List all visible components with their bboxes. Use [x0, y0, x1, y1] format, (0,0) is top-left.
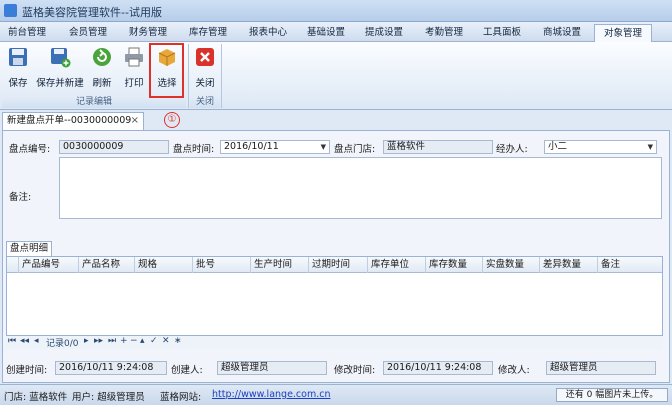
title-bar: 蓝格美容院管理软件--试用版	[0, 0, 672, 22]
detail-grid[interactable]: 产品编号 产品名称 规格 批号 生产时间 过期时间 库存单位 库存数量 实盘数量…	[6, 256, 663, 336]
annotation-marker: ①	[164, 112, 180, 128]
cancel-record-icon[interactable]: ✕	[162, 336, 170, 346]
prev-record-icon[interactable]: ◂	[34, 336, 39, 346]
code-field: 0030000009	[59, 140, 169, 154]
tab-inventory-detail[interactable]: 盘点明细	[6, 241, 52, 256]
status-site-link[interactable]: http://www.lange.com.cn	[212, 389, 331, 400]
status-bar: 门店: 蓝格软件 用户: 超级管理员 蓝格网站: http://www.lang…	[0, 384, 672, 405]
refresh-icon	[93, 48, 111, 66]
menu-tools[interactable]: 工具面板	[474, 25, 530, 40]
code-label: 盘点编号:	[9, 144, 51, 155]
time-value: 2016/10/11	[224, 141, 279, 152]
handler-select[interactable]: 小二 ▼	[544, 140, 657, 154]
save-and-new-label: 保存并新建	[36, 78, 84, 89]
modifier-label: 修改人:	[498, 365, 530, 376]
group-separator	[188, 44, 189, 108]
record-count: 记录0/0	[46, 339, 79, 349]
store-label: 盘点门店:	[334, 144, 376, 155]
first-record-icon[interactable]: ⏮	[8, 336, 16, 346]
time-field[interactable]: 2016/10/11 ▼	[220, 140, 330, 154]
col-header[interactable]: 产品名称	[79, 257, 135, 273]
status-store: 门店: 蓝格软件	[4, 392, 68, 403]
col-header[interactable]: 规格	[135, 257, 193, 273]
annotation-highlight-box	[149, 43, 184, 98]
edit-record-icon[interactable]: ▴	[140, 336, 145, 346]
memo-field[interactable]	[59, 157, 662, 219]
menu-front-desk[interactable]: 前台管理	[2, 25, 52, 40]
menu-commission[interactable]: 提成设置	[356, 25, 412, 40]
handler-label: 经办人:	[496, 144, 528, 155]
window-title: 蓝格美容院管理软件--试用版	[22, 6, 162, 19]
grid-header: 产品编号 产品名称 规格 批号 生产时间 过期时间 库存单位 库存数量 实盘数量…	[7, 257, 662, 273]
handler-value: 小二	[548, 141, 568, 152]
floppy-plus-icon	[51, 48, 71, 68]
group-label-close: 关闭	[190, 96, 220, 108]
last-record-icon[interactable]: ⏭	[108, 336, 116, 346]
menu-basic-settings[interactable]: 基础设置	[298, 25, 354, 40]
save-label: 保存	[8, 78, 28, 89]
col-header[interactable]: 产品编号	[19, 257, 79, 273]
filter-icon[interactable]: ∗	[174, 336, 182, 346]
dropdown-arrow-icon[interactable]: ▼	[321, 141, 326, 153]
dropdown-arrow-icon[interactable]: ▼	[648, 141, 653, 153]
menu-object-management[interactable]: 对象管理	[594, 24, 652, 43]
menu-members[interactable]: 会员管理	[60, 25, 116, 40]
document-tab[interactable]: 新建盘点开单--0030000009 ×	[2, 112, 144, 130]
delete-record-icon[interactable]: −	[130, 336, 138, 346]
menu-bar: 前台管理 会员管理 财务管理 库存管理 报表中心 基础设置 提成设置 考勤管理 …	[0, 22, 672, 43]
floppy-icon	[9, 48, 27, 66]
status-site-label: 蓝格网站:	[160, 392, 202, 403]
save-button[interactable]: 保存	[4, 46, 32, 94]
col-header[interactable]: 生产时间	[251, 257, 309, 273]
col-header[interactable]: 过期时间	[309, 257, 368, 273]
menu-mall-settings[interactable]: 商城设置	[534, 25, 590, 40]
prev-page-icon[interactable]: ◂◂	[20, 336, 29, 346]
col-header[interactable]: 批号	[193, 257, 251, 273]
created-time-label: 创建时间:	[6, 365, 48, 376]
close-button[interactable]: 关闭	[192, 46, 218, 94]
col-header[interactable]: 实盘数量	[483, 257, 540, 273]
grid-indicator-col	[7, 257, 19, 273]
next-record-icon[interactable]: ▸	[84, 336, 89, 346]
menu-attendance[interactable]: 考勤管理	[416, 25, 472, 40]
col-header[interactable]: 差异数量	[540, 257, 598, 273]
document-area: 盘点编号: 0030000009 盘点时间: 2016/10/11 ▼ 盘点门店…	[2, 130, 670, 383]
upload-status: 还有 0 幅图片未上传。	[556, 388, 668, 402]
creator-field: 超级管理员	[217, 361, 327, 375]
add-record-icon[interactable]: +	[120, 336, 128, 346]
close-red-icon	[196, 48, 214, 66]
time-label: 盘点时间:	[173, 144, 215, 155]
col-header[interactable]: 备注	[598, 257, 662, 273]
status-user: 用户: 超级管理员	[72, 392, 145, 403]
next-page-icon[interactable]: ▸▸	[94, 336, 103, 346]
modified-time-label: 修改时间:	[334, 365, 376, 376]
memo-label: 备注:	[9, 192, 32, 203]
post-record-icon[interactable]: ✓	[150, 336, 158, 346]
created-time-field: 2016/10/11 9:24:08	[55, 361, 167, 375]
record-navigator: ⏮ ◂◂ ◂ 记录0/0 ▸ ▸▸ ⏭ + − ▴ ✓ ✕ ∗	[6, 336, 663, 349]
modifier-field: 超级管理员	[546, 361, 656, 375]
app-icon	[4, 4, 17, 17]
print-label: 打印	[124, 78, 144, 89]
menu-finance[interactable]: 财务管理	[120, 25, 176, 40]
refresh-label: 刷新	[92, 78, 112, 89]
col-header[interactable]: 库存单位	[368, 257, 426, 273]
tab-close-icon[interactable]: ×	[131, 113, 139, 129]
printer-icon	[125, 47, 143, 67]
refresh-button[interactable]: 刷新	[88, 46, 116, 94]
menu-reports[interactable]: 报表中心	[240, 25, 296, 40]
ribbon: 保存 保存并新建 刷新 打印 选择 关闭 记录编辑 关闭	[0, 42, 672, 110]
creator-label: 创建人:	[171, 365, 203, 376]
document-tab-label: 新建盘点开单--0030000009	[7, 115, 132, 126]
store-field: 蓝格软件	[383, 140, 493, 154]
menu-inventory[interactable]: 库存管理	[180, 25, 236, 40]
save-and-new-button[interactable]: 保存并新建	[34, 46, 86, 94]
group-separator	[221, 44, 222, 108]
print-button[interactable]: 打印	[120, 46, 148, 94]
close-label: 关闭	[195, 78, 215, 89]
col-header[interactable]: 库存数量	[426, 257, 483, 273]
modified-time-field: 2016/10/11 9:24:08	[383, 361, 493, 375]
